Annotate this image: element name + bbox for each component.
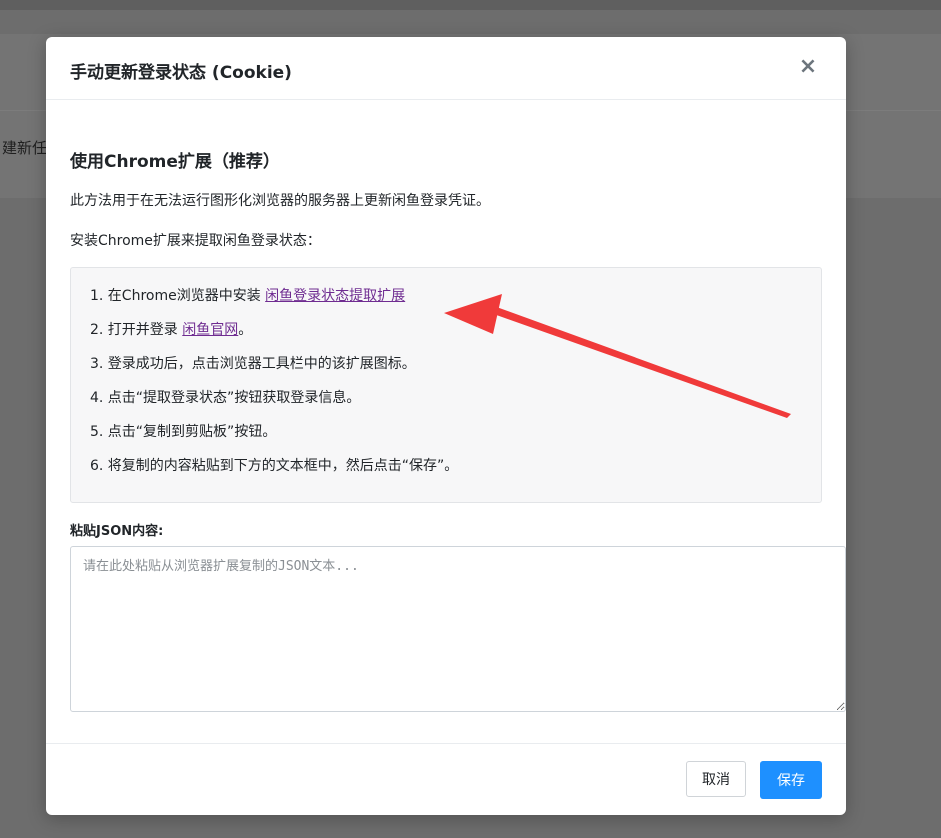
step-2-text: 2. 打开并登录 <box>90 322 183 338</box>
json-textarea[interactable] <box>70 546 846 712</box>
step-2: 2. 打开并登录 闲鱼官网。 <box>90 320 458 354</box>
method-description: 此方法用于在无法运行图形化浏览器的服务器上更新闲鱼登录凭证。 <box>70 193 490 209</box>
modal-footer: 取消 保存 <box>46 743 846 816</box>
cookie-update-modal: 手动更新登录状态 (Cookie) × 使用Chrome扩展（推荐） 此方法用于… <box>46 37 846 815</box>
install-intro: 安装Chrome扩展来提取闲鱼登录状态： <box>70 233 321 249</box>
steps-box: 1. 在Chrome浏览器中安装 闲鱼登录状态提取扩展 2. 打开并登录 闲鱼官… <box>70 267 822 503</box>
cancel-button[interactable]: 取消 <box>686 761 746 797</box>
step-1-text: 1. 在Chrome浏览器中安装 <box>90 288 266 304</box>
json-label: 粘贴JSON内容: <box>70 524 164 539</box>
modal-header: 手动更新登录状态 (Cookie) × <box>46 37 846 100</box>
step-1: 1. 在Chrome浏览器中安装 闲鱼登录状态提取扩展 <box>90 286 458 320</box>
step-4: 4. 点击“提取登录状态”按钮获取登录信息。 <box>90 390 361 406</box>
step-6: 6. 将复制的内容粘贴到下方的文本框中，然后点击“保存”。 <box>90 458 459 474</box>
steps-list: 1. 在Chrome浏览器中安装 闲鱼登录状态提取扩展 2. 打开并登录 闲鱼官… <box>90 286 458 490</box>
background-partial-text: 建新任 <box>2 139 48 157</box>
step-2-after: 。 <box>238 322 253 338</box>
step-5: 5. 点击“复制到剪贴板”按钮。 <box>90 424 277 440</box>
close-icon[interactable]: × <box>798 55 818 79</box>
save-button[interactable]: 保存 <box>760 761 822 799</box>
extension-link[interactable]: 闲鱼登录状态提取扩展 <box>265 288 405 304</box>
background-top-strip <box>0 0 941 10</box>
modal-title: 手动更新登录状态 (Cookie) <box>70 63 292 83</box>
xianyu-official-link[interactable]: 闲鱼官网 <box>182 322 238 338</box>
step-3: 3. 登录成功后，点击浏览器工具栏中的该扩展图标。 <box>90 356 416 372</box>
section-title: 使用Chrome扩展（推荐） <box>70 152 280 172</box>
